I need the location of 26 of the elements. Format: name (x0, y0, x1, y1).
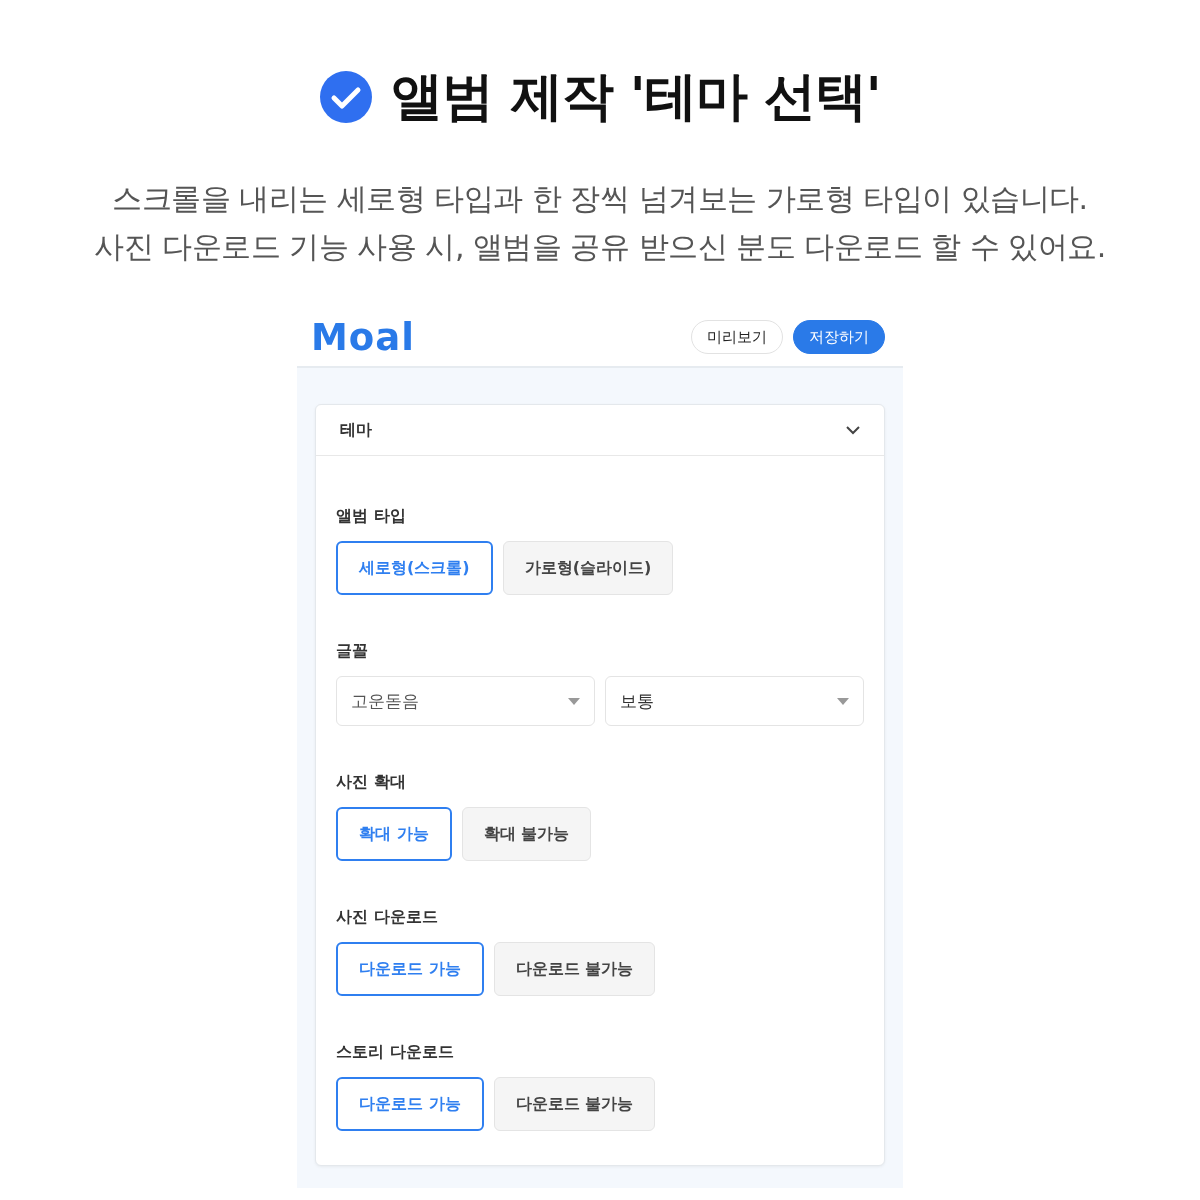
section-label: 앨범 타입 (336, 506, 407, 527)
caret-icon (568, 697, 580, 705)
option-button[interactable]: 확대 불가능 (461, 807, 592, 861)
panel-title: 테마 (340, 419, 372, 441)
option-button[interactable]: 다운로드 가능 (336, 1077, 484, 1131)
page-title: 앨범 제작 '테마 선택' (391, 65, 881, 128)
save-button[interactable]: 저장하기 (793, 320, 885, 354)
section-label: 사진 확대 (336, 772, 407, 793)
dropdown[interactable]: 보통 (605, 676, 864, 726)
caret-icon (837, 697, 849, 705)
logo: Moal (311, 315, 415, 359)
dropdown[interactable]: 고운돋음 (336, 676, 595, 726)
option-button[interactable]: 다운로드 불가능 (493, 942, 656, 996)
option-button[interactable]: 다운로드 불가능 (493, 1077, 656, 1131)
option-button[interactable]: 확대 가능 (336, 807, 452, 861)
option-button[interactable]: 가로형(슬라이드) (502, 541, 674, 595)
check-icon (319, 70, 374, 124)
description-line: 사진 다운로드 기능 사용 시, 앨범을 공유 받으신 분도 다운로드 할 수 있어요. (94, 228, 1106, 266)
preview-button[interactable]: 미리보기 (691, 320, 783, 354)
description-line: 스크롤을 내리는 세로형 타입과 한 장씩 넘겨보는 가로형 타입이 있습니다. (112, 180, 1088, 218)
section-label: 사진 다운로드 (336, 907, 439, 928)
section-label: 스토리 다운로드 (336, 1042, 455, 1063)
section-label: 글꼴 (336, 641, 369, 662)
option-button[interactable]: 다운로드 가능 (336, 942, 484, 996)
option-button[interactable]: 세로형(스크롤) (336, 541, 493, 595)
panel-header[interactable]: 테마 (316, 405, 884, 456)
